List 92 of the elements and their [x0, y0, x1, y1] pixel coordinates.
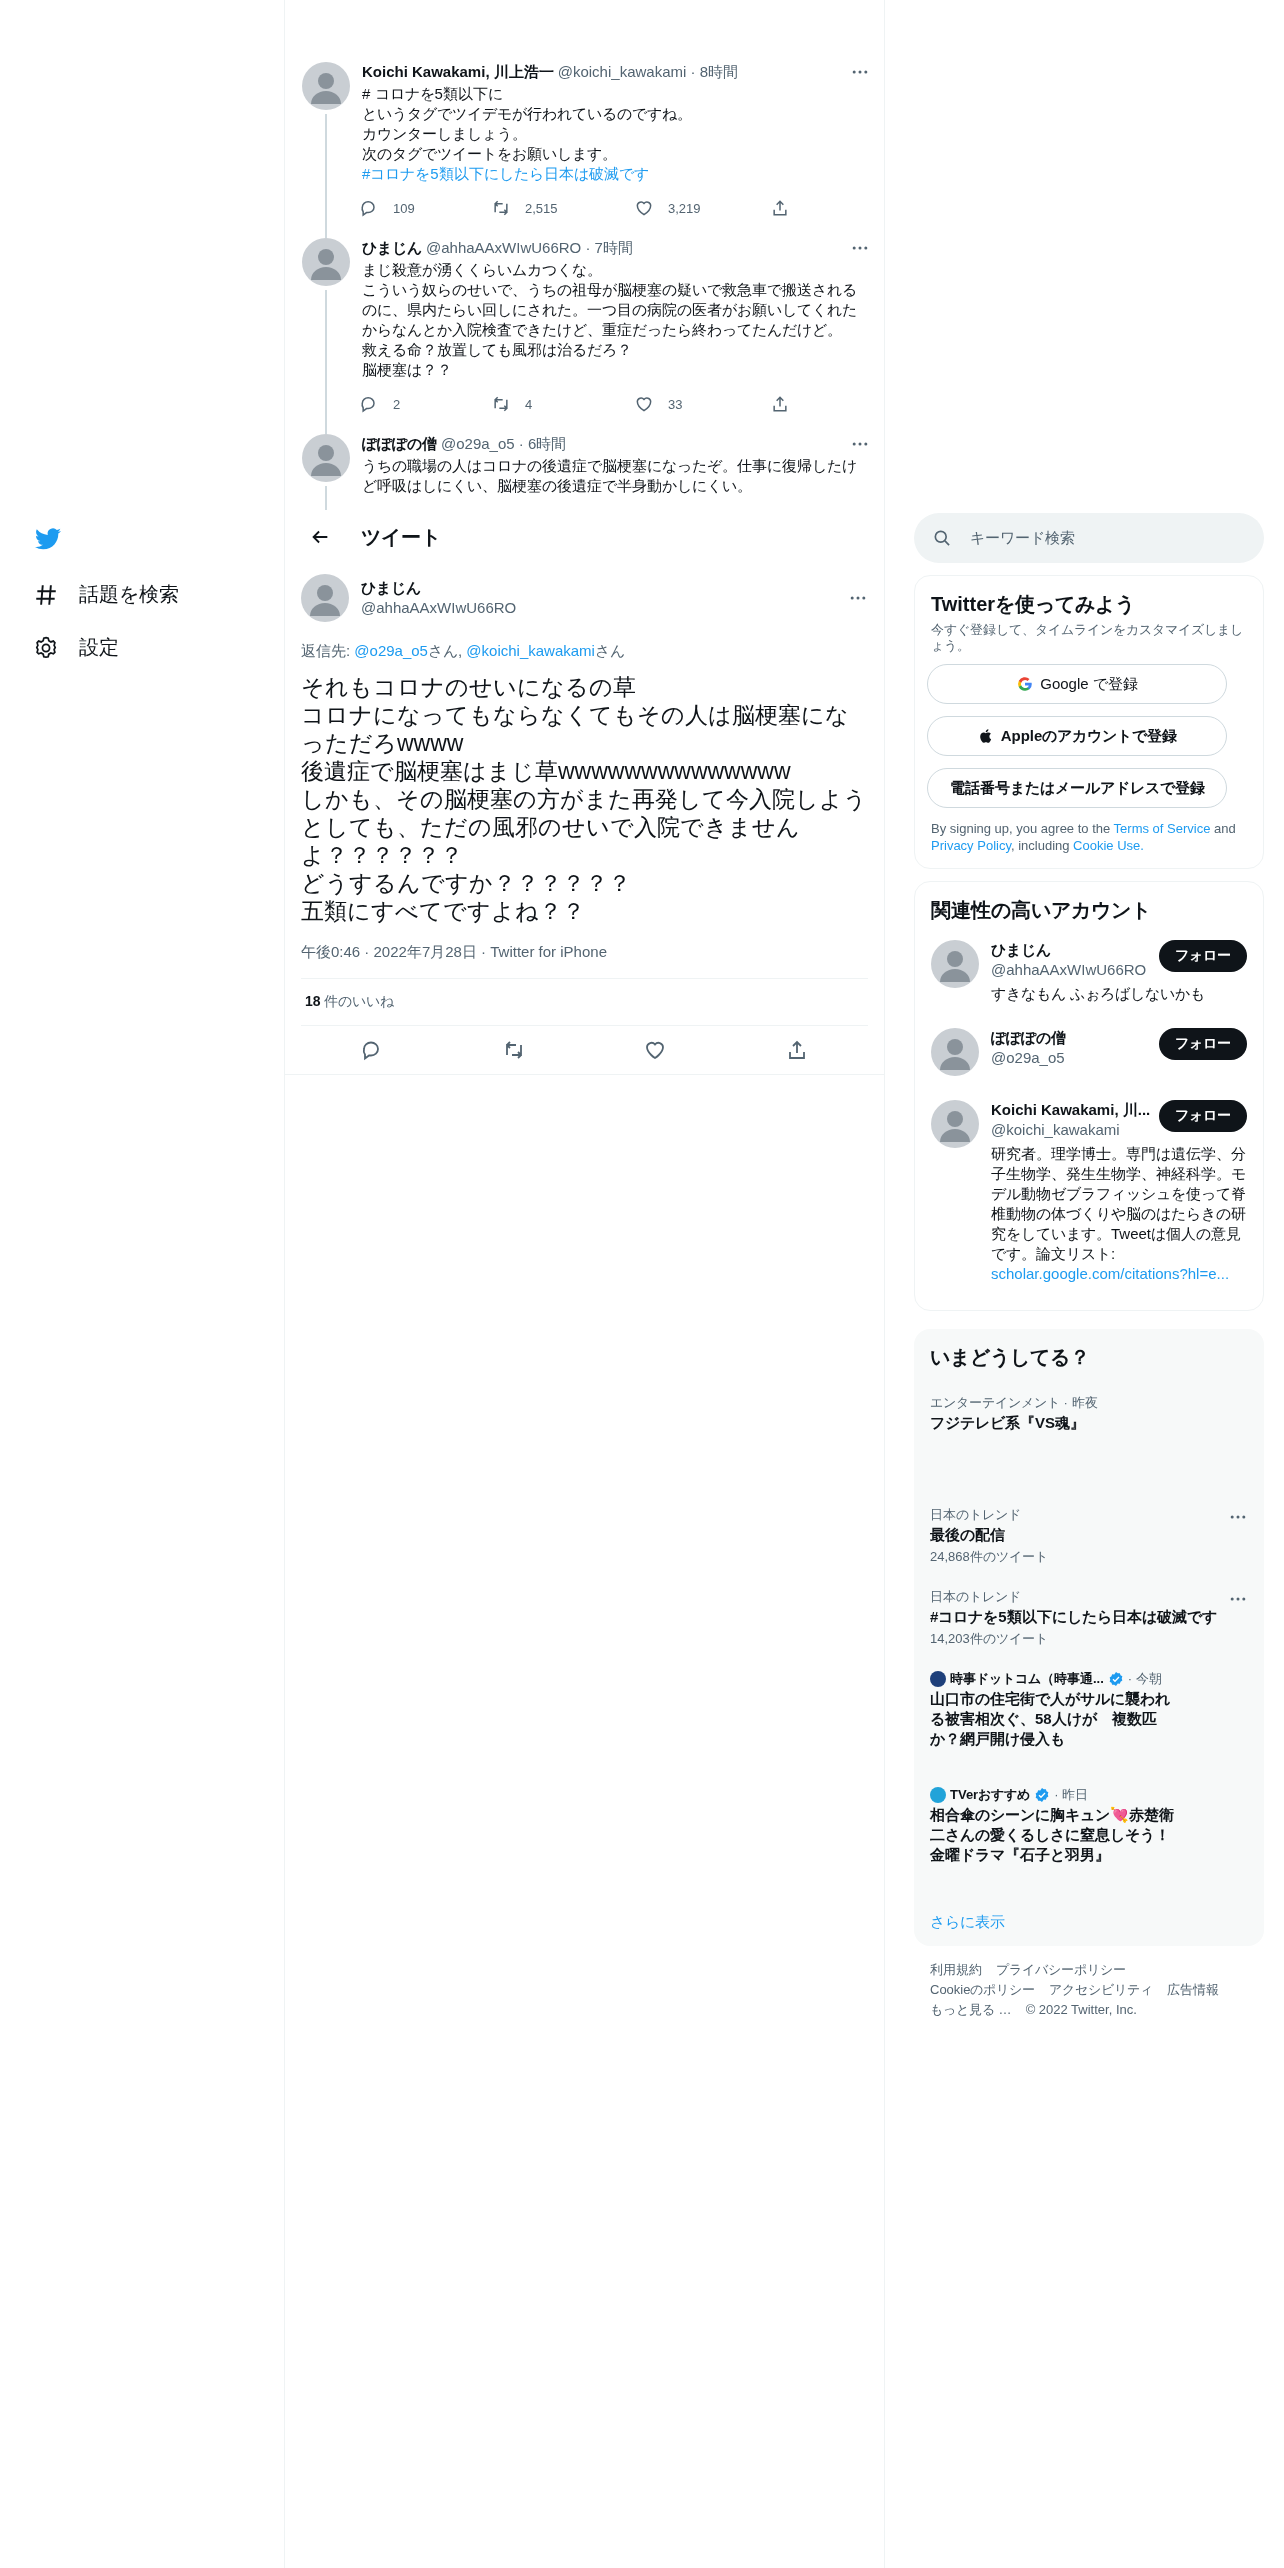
card-title: Twitterを使ってみよう — [931, 592, 1137, 616]
author-handle: @koichi_kawakami · 8時間 — [557, 62, 738, 82]
likes-count[interactable]: 18 件のいいね — [305, 993, 395, 1009]
tweet-text-line: どうするんですか？？？？？？ — [301, 869, 632, 897]
news-time: · 今朝 — [1127, 1671, 1162, 1687]
like-icon[interactable] — [634, 198, 654, 218]
avatar — [931, 1028, 979, 1076]
footer-link[interactable]: もっと見る … — [930, 2000, 1012, 2020]
avatar — [301, 574, 349, 622]
count: 33 — [668, 396, 683, 412]
avatar — [931, 940, 979, 988]
card-subtitle: 今すぐ登録して、タイムラインをカスタマイズしましょう。 — [931, 622, 1244, 654]
tweet-text-line: うちの職場の人はコロナの後遺症で脳梗塞になったぞ。仕事に復帰したけど呼吸はしにくい、脳梗塞の後遺症で半身動かしにくい。 — [362, 456, 858, 496]
author-handle: @ahhaAAxWIwU66RO · 7時間 — [426, 238, 633, 258]
follow-button[interactable]: フォロー — [1159, 940, 1247, 972]
signup-button[interactable]: 電話番号またはメールアドレスで登録 — [927, 768, 1227, 808]
share-icon[interactable] — [770, 198, 790, 218]
tweet-text-line: 五類にすべてですよね？？ — [301, 897, 586, 925]
nav-item[interactable]: 設定 — [33, 634, 284, 661]
signup-button[interactable]: Google で登録 — [927, 664, 1227, 704]
footer-link[interactable]: 広告情報 — [1167, 1980, 1220, 2000]
news-source: 時事ドットコム（時事通... — [950, 1671, 1104, 1687]
like-icon[interactable] — [634, 394, 654, 414]
author-name: ひまじん — [362, 238, 422, 258]
tweet-text-line: コロナになってもならなくてもその人は脳梗塞になっただろwwww — [301, 701, 850, 757]
trend-category: エンターテインメント · 昨夜 — [930, 1395, 1099, 1411]
search-field[interactable]: キーワード検索 — [914, 513, 1264, 563]
tweet-text-line: しかも、その脳梗塞の方がまた再発して今入院しようとしても、ただの風邪のせいで入院できませんよ？？？？？？ — [301, 785, 868, 869]
count: 2,515 — [525, 200, 558, 216]
footer-link[interactable]: 利用規約 — [930, 1960, 982, 1980]
news-headline[interactable]: 山口市の住宅街で人がサルに襲われる被害相次ぐ、58人けが 複数匹か？網戸開け侵入も — [930, 1689, 1175, 1749]
tweet-text-line: というタグでツイデモが行われているのですね。 — [362, 104, 693, 124]
news-time: · 昨日 — [1054, 1787, 1089, 1803]
count: 4 — [525, 396, 533, 412]
trend-title[interactable]: フジテレビ系『VS魂』 — [930, 1413, 1248, 1433]
search-placeholder: キーワード検索 — [970, 528, 1075, 548]
tweet-text-line: 後遺症で脳梗塞はまじ草wwwwwwwwwwwwww — [301, 757, 792, 785]
tweet-text-line: まじ殺意が湧くくらいムカつくな。 — [362, 260, 603, 280]
tweet-count: 24,868件のツイート — [930, 1549, 1049, 1565]
twitter-bird-icon[interactable] — [33, 525, 63, 551]
search-icon — [932, 528, 952, 548]
page-title: ツイート — [361, 524, 441, 550]
nav-item[interactable]: 話題を検索 — [33, 581, 284, 608]
account-handle: @ahhaAAxWIwU66RO — [991, 960, 1148, 980]
account-name: ひまじん — [991, 940, 1052, 960]
news-headline[interactable]: 相合傘のシーンに胸キュン💘赤楚衛二さんの愛くるしさに窒息しそう！金曜ドラマ『石子と羽男』 — [930, 1805, 1175, 1865]
reply-to-text: 返信先: @o29a_o5さん, @koichi_kawakamiさん — [301, 642, 626, 661]
card-title: いまどうしてる？ — [930, 1345, 1091, 1369]
footer-link[interactable]: プライバシーポリシー — [996, 1960, 1126, 1980]
author-name: ひまじん — [361, 578, 422, 598]
count: 2 — [393, 396, 401, 412]
account-handle: @o29a_o5 — [991, 1048, 1066, 1068]
retweet-icon[interactable] — [491, 394, 511, 414]
tweet-text-line: 救える命？放置しても風邪は治るだろ？ — [362, 340, 633, 360]
account-name: ぽぽぽの僧 — [991, 1028, 1067, 1048]
account-handle: @koichi_kawakami — [991, 1120, 1121, 1140]
signup-button[interactable]: Appleのアカウントで登録 — [927, 716, 1227, 756]
follow-button[interactable]: フォロー — [1159, 1028, 1247, 1060]
avatar — [302, 62, 350, 110]
tweet-text-line: 脳梗塞は？？ — [362, 360, 453, 380]
trend-category: 日本のトレンド — [930, 1507, 1022, 1523]
terms-text: By signing up, you agree to the Terms of Service and Privacy Policy, including Cookie Use. — [931, 820, 1237, 854]
copyright-text: © 2022 Twitter, Inc. — [1025, 2001, 1137, 2019]
trend-title[interactable]: 最後の配信 — [930, 1525, 1228, 1545]
tweet-text-line: カウンターしましょう。 — [362, 124, 528, 144]
count: 3,219 — [668, 200, 701, 216]
footer-link[interactable]: Cookieのポリシー — [930, 1980, 1036, 2000]
google-logo-icon — [1016, 675, 1035, 693]
author-handle: @o29a_o5 · 6時間 — [441, 434, 567, 454]
card-title: 関連性の高いアカウント — [931, 898, 1152, 922]
trend-category: 日本のトレンド — [930, 1589, 1022, 1605]
author-name: ぽぽぽの僧 — [362, 434, 437, 454]
trend-title[interactable]: #コロナを5類以下にしたら日本は破滅です — [930, 1607, 1228, 1627]
tweet-timestamp: 午後0:46 · 2022年7月28日 · Twitter for iPhone — [301, 943, 868, 979]
avatar — [931, 1100, 979, 1148]
share-icon[interactable] — [770, 394, 790, 414]
news-source: TVerおすすめ — [950, 1787, 1031, 1803]
footer-link[interactable]: アクセシビリティ — [1049, 1980, 1154, 2000]
count: 109 — [393, 200, 415, 216]
tweet-text-line: 次のタグでツイートをお願いします。 — [362, 144, 618, 164]
tweet-text-line: それもコロナのせいになるの草 — [301, 673, 637, 701]
tweet-count: 14,203件のツイート — [930, 1631, 1049, 1647]
tweet-text-line: # コロナを5類以下に — [362, 84, 504, 104]
tweet-text-line: こういう奴らのせいで、うちの祖母が脳梗塞の疑いで救急車で搬送されるのに、県内たらい回しにされた。一つ目の病院の医者がお願いしてくれたからなんとか入院検査できたけど、重症だったら終わってたんだけど。 — [362, 280, 858, 340]
account-bio: 研究者。理学博士。専門は遺伝学、分子生物学、発生生物学、神経科学。モデル動物ゼブラフィッシュを使って脊椎動物の体づくりや脳のはたらきの研究をしています。Tweetは個人の意見です。論文リスト: scholar.google.com/citations?hl=e... — [991, 1144, 1247, 1284]
settings-icon — [33, 634, 59, 661]
account-bio: すきなもん ふぉろばしないかも — [991, 984, 1207, 1004]
author-handle: @ahhaAAxWIwU66RO — [361, 598, 518, 618]
author-name: Koichi Kawakami, 川上浩一 — [362, 62, 554, 82]
account-name: Koichi Kawakami, 川... — [991, 1100, 1151, 1120]
follow-button[interactable]: フォロー — [1159, 1100, 1247, 1132]
retweet-icon[interactable] — [491, 198, 511, 218]
